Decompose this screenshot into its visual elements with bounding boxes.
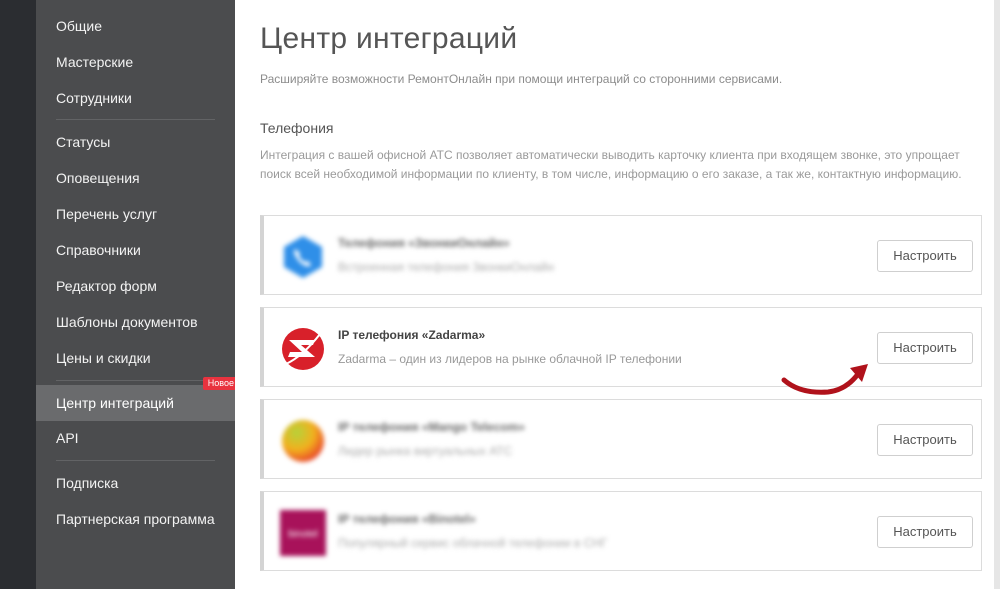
sidebar-item-api[interactable]: API	[36, 420, 235, 456]
sidebar-item-label: Партнерская программа	[56, 511, 215, 527]
mango-logo-icon	[282, 420, 324, 462]
integration-card-zvonkionline: Телефония «ЗвонкиОнлайн» Встроенная теле…	[260, 215, 982, 295]
configure-button[interactable]: Настроить	[877, 332, 973, 364]
sidebar-item-label: API	[56, 430, 79, 446]
sidebar-item-label: Мастерские	[56, 54, 134, 70]
integration-description: Встроенная телефония ЗвонкиОнлайн	[338, 260, 555, 274]
page-subtitle: Расширяйте возможности РемонтОнлайн при …	[260, 72, 783, 86]
sidebar-item-workshops[interactable]: Мастерские	[36, 44, 235, 80]
sidebar-divider	[56, 460, 215, 461]
section-description: Интеграция с вашей офисной АТС позволяет…	[260, 148, 962, 181]
sidebar-item-label: Статусы	[56, 134, 111, 150]
integration-title: IP телефония «Zadarma»	[338, 328, 486, 342]
sidebar-item-label: Шаблоны документов	[56, 314, 198, 330]
zadarma-logo-icon	[282, 328, 324, 370]
integration-title: Телефония «ЗвонкиОнлайн»	[338, 236, 510, 250]
sidebar-item-label: Цены и скидки	[56, 350, 151, 366]
integration-description: Лидер рынка виртуальных АТС	[338, 444, 513, 458]
new-badge: Новое	[202, 377, 239, 390]
sidebar-item-label: Справочники	[56, 242, 141, 258]
sidebar-item-services[interactable]: Перечень услуг	[36, 196, 235, 232]
left-edge-strip	[0, 0, 36, 589]
sidebar-item-label: Общие	[56, 18, 103, 34]
integration-card-mango: IP телефония «Mango Telecom» Лидер рынка…	[260, 399, 982, 479]
sidebar-item-directories[interactable]: Справочники	[36, 232, 235, 268]
sidebar: Общие Мастерские Сотрудники Статусы Опов…	[36, 0, 239, 589]
right-edge-strip	[994, 0, 1000, 589]
main-content: Центр интеграций Расширяйте возможности …	[235, 0, 1000, 589]
svg-text:binotel: binotel	[288, 529, 317, 540]
sidebar-item-form-editor[interactable]: Редактор форм	[36, 268, 235, 304]
page-title: Центр интеграций	[260, 22, 518, 55]
sidebar-item-integrations[interactable]: Центр интеграций Новое	[36, 377, 239, 421]
integration-title: IP телефония «Mango Telecom»	[338, 420, 525, 434]
configure-button[interactable]: Настроить	[877, 240, 973, 272]
pointer-arrow-icon	[781, 364, 868, 395]
sidebar-item-document-templates[interactable]: Шаблоны документов	[36, 304, 235, 340]
integration-card-zadarma: IP телефония «Zadarma» Zadarma – один из…	[260, 307, 982, 387]
sidebar-item-employees[interactable]: Сотрудники	[36, 80, 235, 116]
phone-hex-icon	[284, 236, 322, 278]
configure-button[interactable]: Настроить	[877, 424, 973, 456]
sidebar-item-label: Сотрудники	[56, 90, 132, 106]
integration-description: Zadarma – один из лидеров на рынке облач…	[338, 352, 682, 366]
sidebar-item-statuses[interactable]: Статусы	[36, 124, 235, 160]
sidebar-item-label: Редактор форм	[56, 278, 157, 294]
sidebar-item-notifications[interactable]: Оповещения	[36, 160, 235, 196]
sidebar-divider	[56, 380, 215, 381]
integration-title: IP телефония «Binotel»	[338, 512, 476, 526]
binotel-logo-icon: binotel	[280, 510, 326, 556]
sidebar-item-label: Перечень услуг	[56, 206, 158, 222]
sidebar-item-label: Подписка	[56, 475, 119, 491]
sidebar-item-label: Оповещения	[56, 170, 140, 186]
sidebar-item-prices-discounts[interactable]: Цены и скидки	[36, 340, 235, 376]
configure-button[interactable]: Настроить	[877, 516, 973, 548]
sidebar-divider	[56, 119, 215, 120]
integration-card-binotel: binotel IP телефония «Binotel» Популярны…	[260, 491, 982, 571]
sidebar-item-subscription[interactable]: Подписка	[36, 465, 235, 501]
sidebar-item-general[interactable]: Общие	[36, 8, 235, 44]
integration-description: Популярный сервис облачной телефонии в С…	[338, 536, 608, 550]
section-title: Телефония	[260, 120, 334, 136]
sidebar-item-partner-program[interactable]: Партнерская программа	[36, 501, 235, 537]
sidebar-item-label: Центр интеграций	[56, 395, 174, 411]
